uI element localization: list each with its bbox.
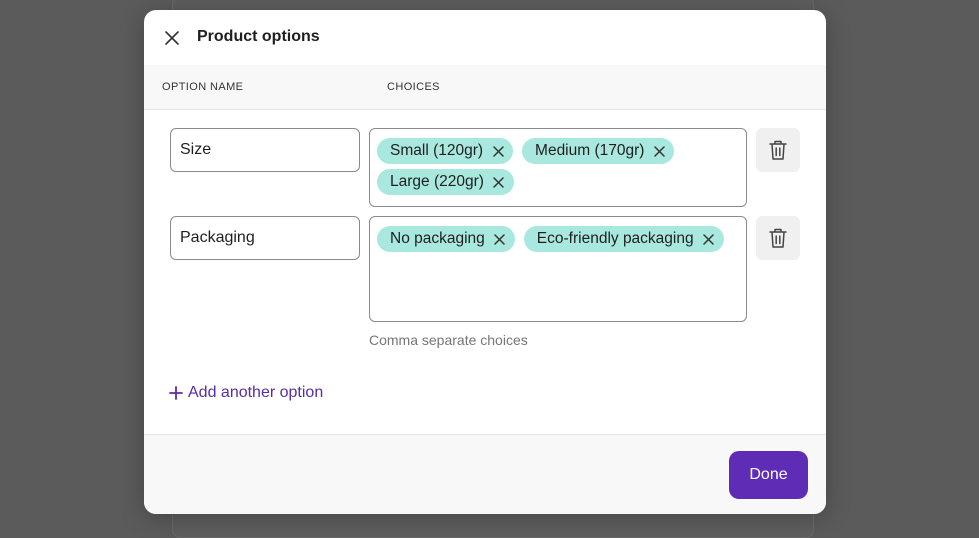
choice-chip-label: Eco-friendly packaging (536, 230, 694, 247)
choice-chip: No packaging (377, 226, 515, 252)
choice-chip: Eco-friendly packaging (523, 226, 724, 252)
choice-chip: Medium (170gr) (522, 138, 675, 164)
close-icon (165, 31, 179, 45)
dialog-header: Product options (144, 10, 826, 66)
choice-chip: Large (220gr) (377, 169, 514, 195)
remove-choice-button[interactable] (491, 144, 505, 158)
remove-choice-button[interactable] (492, 175, 506, 189)
dialog-title: Product options (197, 28, 320, 45)
choice-chip-label: Large (220gr) (390, 173, 484, 190)
column-headers: OPTION NAME CHOICES (144, 65, 826, 110)
option-name-input[interactable] (170, 128, 360, 172)
add-option-link[interactable]: Add another option (169, 384, 323, 402)
trash-icon (769, 140, 787, 160)
remove-choice-button[interactable] (652, 144, 666, 158)
column-header-option-name: OPTION NAME (162, 81, 244, 93)
done-button[interactable]: Done (729, 451, 808, 499)
choice-chip: Small (120gr) (377, 138, 514, 164)
plus-icon (169, 386, 183, 400)
choice-chip-label: No packaging (390, 230, 485, 247)
add-option-label: Add another option (188, 384, 324, 401)
choices-hint: Comma separate choices (369, 332, 528, 348)
close-icon (493, 176, 505, 188)
remove-choice-button[interactable] (493, 232, 507, 246)
choice-chip-label: Medium (170gr) (535, 142, 645, 159)
close-icon (494, 233, 506, 245)
close-icon (492, 145, 504, 157)
delete-option-button[interactable] (756, 216, 800, 260)
dialog-footer: Done (144, 434, 826, 514)
remove-choice-button[interactable] (702, 232, 716, 246)
trash-icon (769, 228, 787, 248)
option-name-input[interactable] (170, 216, 360, 260)
close-button[interactable] (160, 26, 184, 50)
choices-input[interactable]: Small (120gr) Medium (170gr) Large (220g… (369, 128, 747, 207)
delete-option-button[interactable] (756, 128, 800, 172)
column-header-choices: CHOICES (387, 81, 440, 93)
choice-chip-label: Small (120gr) (390, 142, 484, 159)
product-options-dialog: Product options OPTION NAME CHOICES Smal… (144, 10, 826, 514)
choices-input[interactable]: No packaging Eco-friendly packaging (369, 216, 747, 322)
close-icon (703, 233, 714, 245)
close-icon (654, 145, 665, 157)
